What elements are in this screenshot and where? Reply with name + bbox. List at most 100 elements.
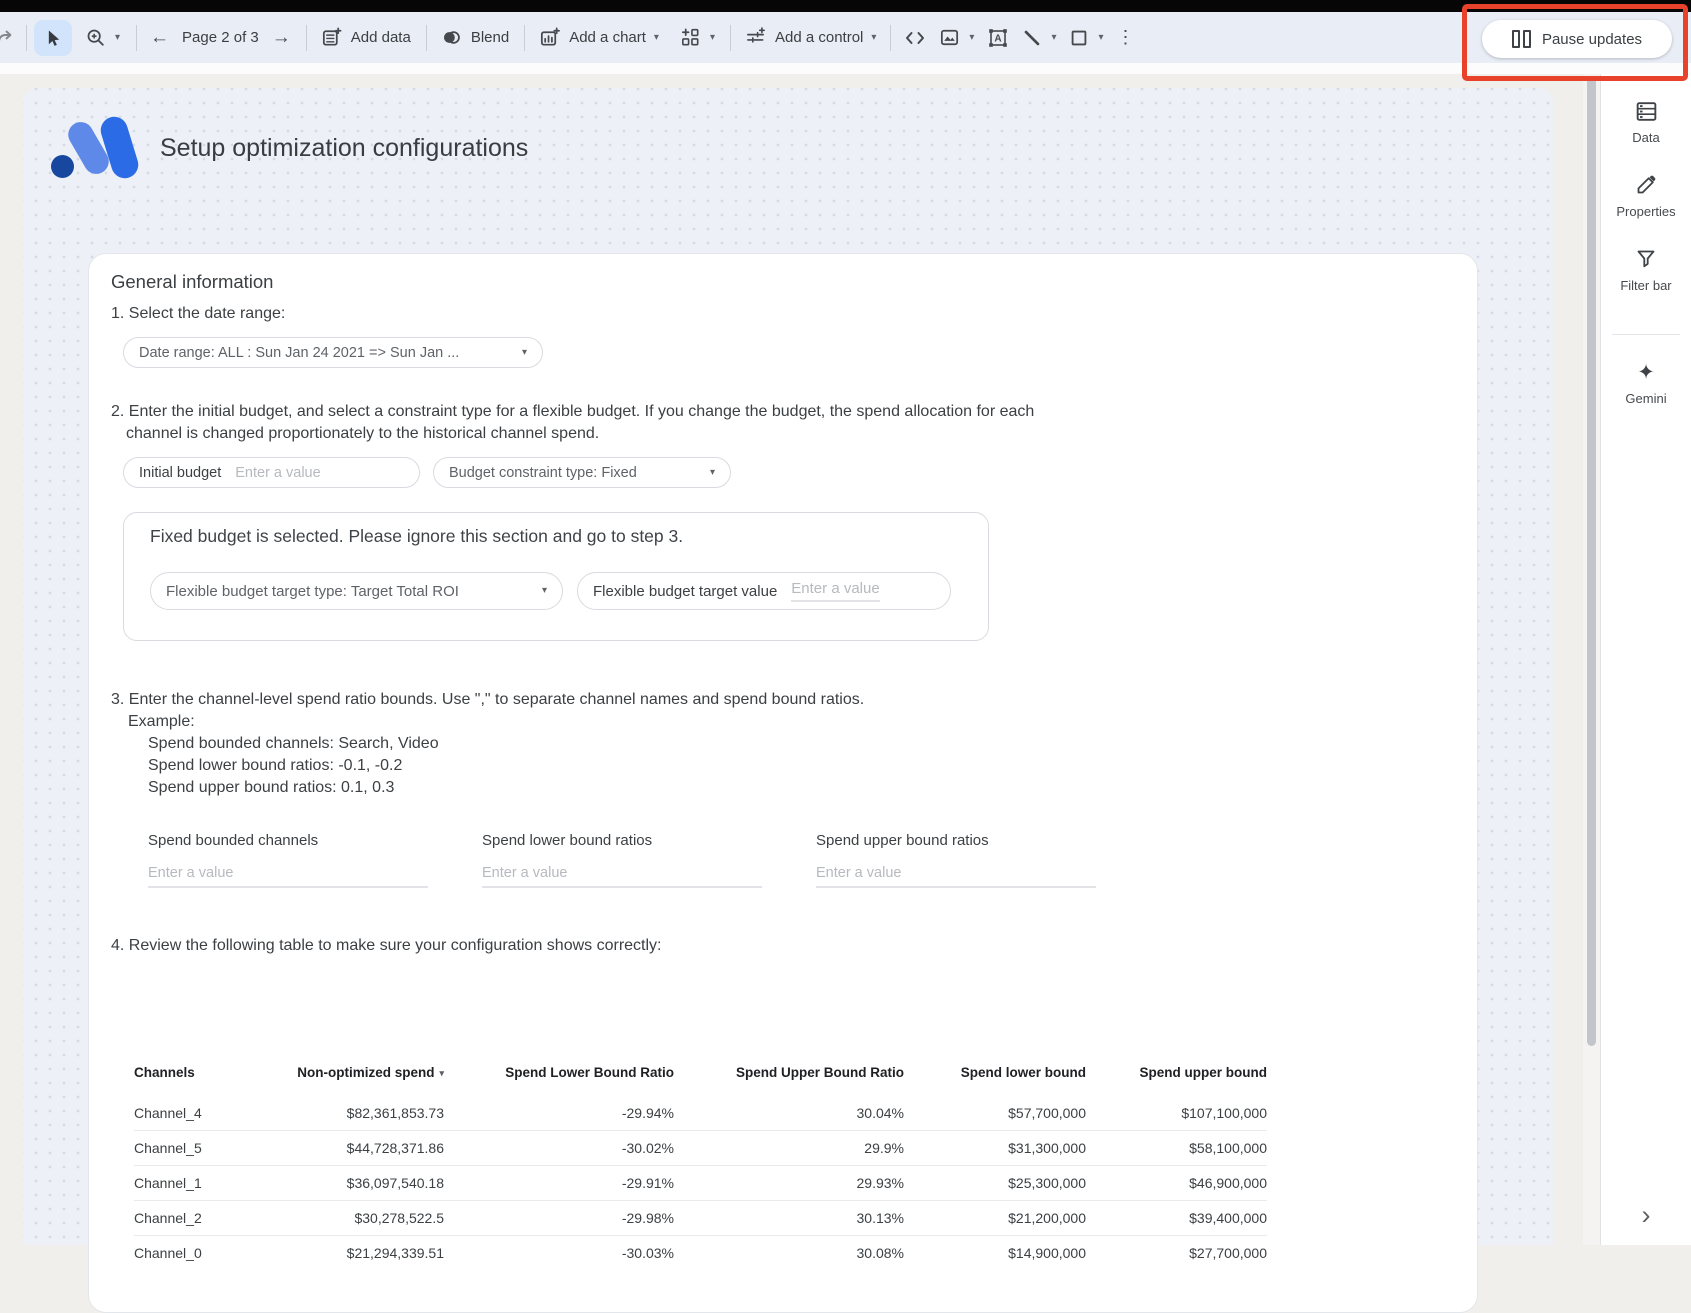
card-heading: General information bbox=[111, 271, 1451, 293]
blend-button[interactable]: Blend bbox=[440, 26, 509, 49]
field-placeholder: Enter a value bbox=[816, 864, 1150, 882]
table-cell: 30.13% bbox=[674, 1201, 904, 1236]
step3-line: 3. Enter the channel-level spend ratio b… bbox=[111, 689, 1451, 711]
vertical-scrollbar[interactable] bbox=[1583, 74, 1600, 1245]
chevron-down-icon: ▾ bbox=[1051, 33, 1056, 43]
date-range-control[interactable]: Date range: ALL : Sun Jan 24 2021 => Sun… bbox=[123, 337, 543, 368]
budget-constraint-select[interactable]: Budget constraint type: Fixed ▾ bbox=[433, 457, 731, 488]
table-row: Channel_5$44,728,371.86-30.02%29.9%$31,3… bbox=[134, 1131, 1267, 1166]
pause-updates-label: Pause updates bbox=[1542, 31, 1642, 48]
chevron-down-icon: ▾ bbox=[710, 33, 715, 43]
chevron-down-icon: ▾ bbox=[969, 33, 974, 43]
field-placeholder: Enter a value bbox=[482, 864, 816, 882]
flexible-target-value-placeholder: Enter a value bbox=[791, 580, 879, 602]
community-visualizations-button[interactable]: ▾ bbox=[679, 26, 715, 49]
col-spend-upper-bound[interactable]: Spend upper bound bbox=[1086, 1065, 1267, 1096]
step3-example-line: Spend lower bound ratios: -0.1, -0.2 bbox=[111, 755, 1451, 777]
page-title: Setup optimization configurations bbox=[160, 134, 528, 163]
shape-tool-button[interactable]: ▾ bbox=[1068, 27, 1103, 49]
toolbar-divider bbox=[136, 25, 137, 51]
panel-collapse-chevron-icon[interactable]: › bbox=[1642, 1202, 1651, 1229]
table-header-row: Channels Non-optimized spend▾ Spend Lowe… bbox=[134, 1065, 1267, 1096]
toolbar-divider bbox=[890, 25, 891, 51]
shape-icon bbox=[1068, 27, 1090, 49]
table-cell: -29.91% bbox=[444, 1166, 674, 1201]
panel-item-gemini[interactable]: ✦ Gemini bbox=[1625, 359, 1666, 406]
flexible-budget-section: Fixed budget is selected. Please ignore … bbox=[123, 512, 989, 641]
table-row: Channel_2$30,278,522.5-29.98%30.13%$21,2… bbox=[134, 1201, 1267, 1236]
configuration-table: Channels Non-optimized spend▾ Spend Lowe… bbox=[134, 1065, 1267, 1270]
chevron-down-icon: ▾ bbox=[530, 586, 547, 596]
sort-caret-icon: ▾ bbox=[439, 1068, 444, 1078]
panel-item-properties[interactable]: Properties bbox=[1616, 172, 1675, 219]
add-chart-label: Add a chart bbox=[569, 29, 646, 46]
line-tool-button[interactable]: ▾ bbox=[1021, 27, 1056, 49]
next-page-button[interactable]: → bbox=[272, 28, 291, 47]
select-tool-button[interactable] bbox=[34, 20, 72, 56]
add-data-button[interactable]: Add data bbox=[320, 26, 411, 49]
flexible-target-value-input[interactable]: Flexible budget target value Enter a val… bbox=[577, 572, 951, 610]
col-non-optimized-spend[interactable]: Non-optimized spend▾ bbox=[256, 1065, 444, 1096]
gemini-icon: ✦ bbox=[1637, 359, 1655, 385]
col-spend-lower-bound-ratio[interactable]: Spend Lower Bound Ratio bbox=[444, 1065, 674, 1096]
filter-funnel-icon bbox=[1634, 246, 1658, 272]
add-chart-button[interactable]: Add a chart ▾ bbox=[538, 26, 659, 49]
flexible-target-type-select[interactable]: Flexible budget target type: Target Tota… bbox=[150, 572, 563, 610]
prev-page-button[interactable]: ← bbox=[150, 28, 169, 47]
table-row: Channel_1$36,097,540.18-29.91%29.93%$25,… bbox=[134, 1166, 1267, 1201]
add-control-icon bbox=[744, 26, 767, 49]
panel-label: Filter bar bbox=[1620, 278, 1671, 293]
toolbar-divider bbox=[306, 25, 307, 51]
table-cell: $25,300,000 bbox=[904, 1166, 1086, 1201]
blend-label: Blend bbox=[471, 29, 509, 46]
spend-upper-bound-ratios-field[interactable]: Spend upper bound ratios Enter a value bbox=[816, 832, 1150, 888]
spend-lower-bound-ratios-field[interactable]: Spend lower bound ratios Enter a value bbox=[482, 832, 816, 888]
initial-budget-input[interactable]: Initial budget Enter a value bbox=[123, 457, 420, 488]
panel-item-filter-bar[interactable]: Filter bar bbox=[1620, 246, 1671, 293]
table-cell: -30.03% bbox=[444, 1236, 674, 1271]
date-range-value: Date range: ALL : Sun Jan 24 2021 => Sun… bbox=[139, 345, 459, 361]
add-control-label: Add a control bbox=[775, 29, 863, 46]
add-image-button[interactable]: ▾ bbox=[938, 26, 974, 49]
add-data-icon bbox=[320, 26, 343, 49]
report-canvas[interactable]: Setup optimization configurations Genera… bbox=[0, 74, 1600, 1245]
zoom-tool-button[interactable]: ▾ bbox=[85, 27, 120, 49]
table-cell: $21,294,339.51 bbox=[256, 1236, 444, 1271]
field-label: Spend bounded channels bbox=[148, 832, 482, 850]
scrollbar-thumb[interactable] bbox=[1587, 78, 1596, 1046]
step3-text: 3. Enter the channel-level spend ratio b… bbox=[111, 689, 1451, 799]
field-label: Spend upper bound ratios bbox=[816, 832, 1150, 850]
spend-bounded-channels-field[interactable]: Spend bounded channels Enter a value bbox=[148, 832, 482, 888]
table-cell: Channel_4 bbox=[134, 1096, 256, 1131]
col-channels[interactable]: Channels bbox=[134, 1065, 256, 1096]
pause-updates-button[interactable]: Pause updates bbox=[1482, 20, 1672, 58]
text-box-icon[interactable]: A bbox=[986, 26, 1010, 50]
table-cell: -30.02% bbox=[444, 1131, 674, 1166]
col-spend-lower-bound[interactable]: Spend lower bound bbox=[904, 1065, 1086, 1096]
redo-icon[interactable] bbox=[0, 26, 17, 50]
field-underline bbox=[482, 886, 762, 888]
report-page[interactable]: Setup optimization configurations Genera… bbox=[23, 88, 1553, 1245]
step2-line1: 2. Enter the initial budget, and select … bbox=[111, 401, 1451, 423]
step3-example-line: Spend upper bound ratios: 0.1, 0.3 bbox=[111, 777, 1451, 799]
pause-icon bbox=[1512, 30, 1531, 48]
embed-code-icon[interactable] bbox=[903, 26, 927, 50]
field-label: Spend lower bound ratios bbox=[482, 832, 816, 850]
table-cell: $44,728,371.86 bbox=[256, 1131, 444, 1166]
chevron-down-icon: ▾ bbox=[510, 348, 527, 358]
fixed-budget-note: Fixed budget is selected. Please ignore … bbox=[150, 526, 988, 547]
general-information-card: General information 1. Select the date r… bbox=[88, 253, 1478, 1313]
col-spend-upper-bound-ratio[interactable]: Spend Upper Bound Ratio bbox=[674, 1065, 904, 1096]
page-indicator[interactable]: Page 2 of 3 bbox=[182, 29, 259, 46]
panel-label: Properties bbox=[1616, 204, 1675, 219]
table-cell: Channel_5 bbox=[134, 1131, 256, 1166]
budget-constraint-value: Budget constraint type: Fixed bbox=[449, 465, 637, 481]
table-cell: $107,100,000 bbox=[1086, 1096, 1267, 1131]
add-control-button[interactable]: Add a control ▾ bbox=[744, 26, 876, 49]
report-header: Setup optimization configurations bbox=[48, 116, 528, 180]
panel-item-data[interactable]: Data bbox=[1632, 98, 1659, 145]
toolbar-divider bbox=[26, 25, 27, 51]
more-options-icon[interactable]: ⋮ bbox=[1117, 27, 1136, 48]
table-cell: 30.08% bbox=[674, 1236, 904, 1271]
config-table-body: Channel_4$82,361,853.73-29.94%30.04%$57,… bbox=[134, 1096, 1267, 1270]
